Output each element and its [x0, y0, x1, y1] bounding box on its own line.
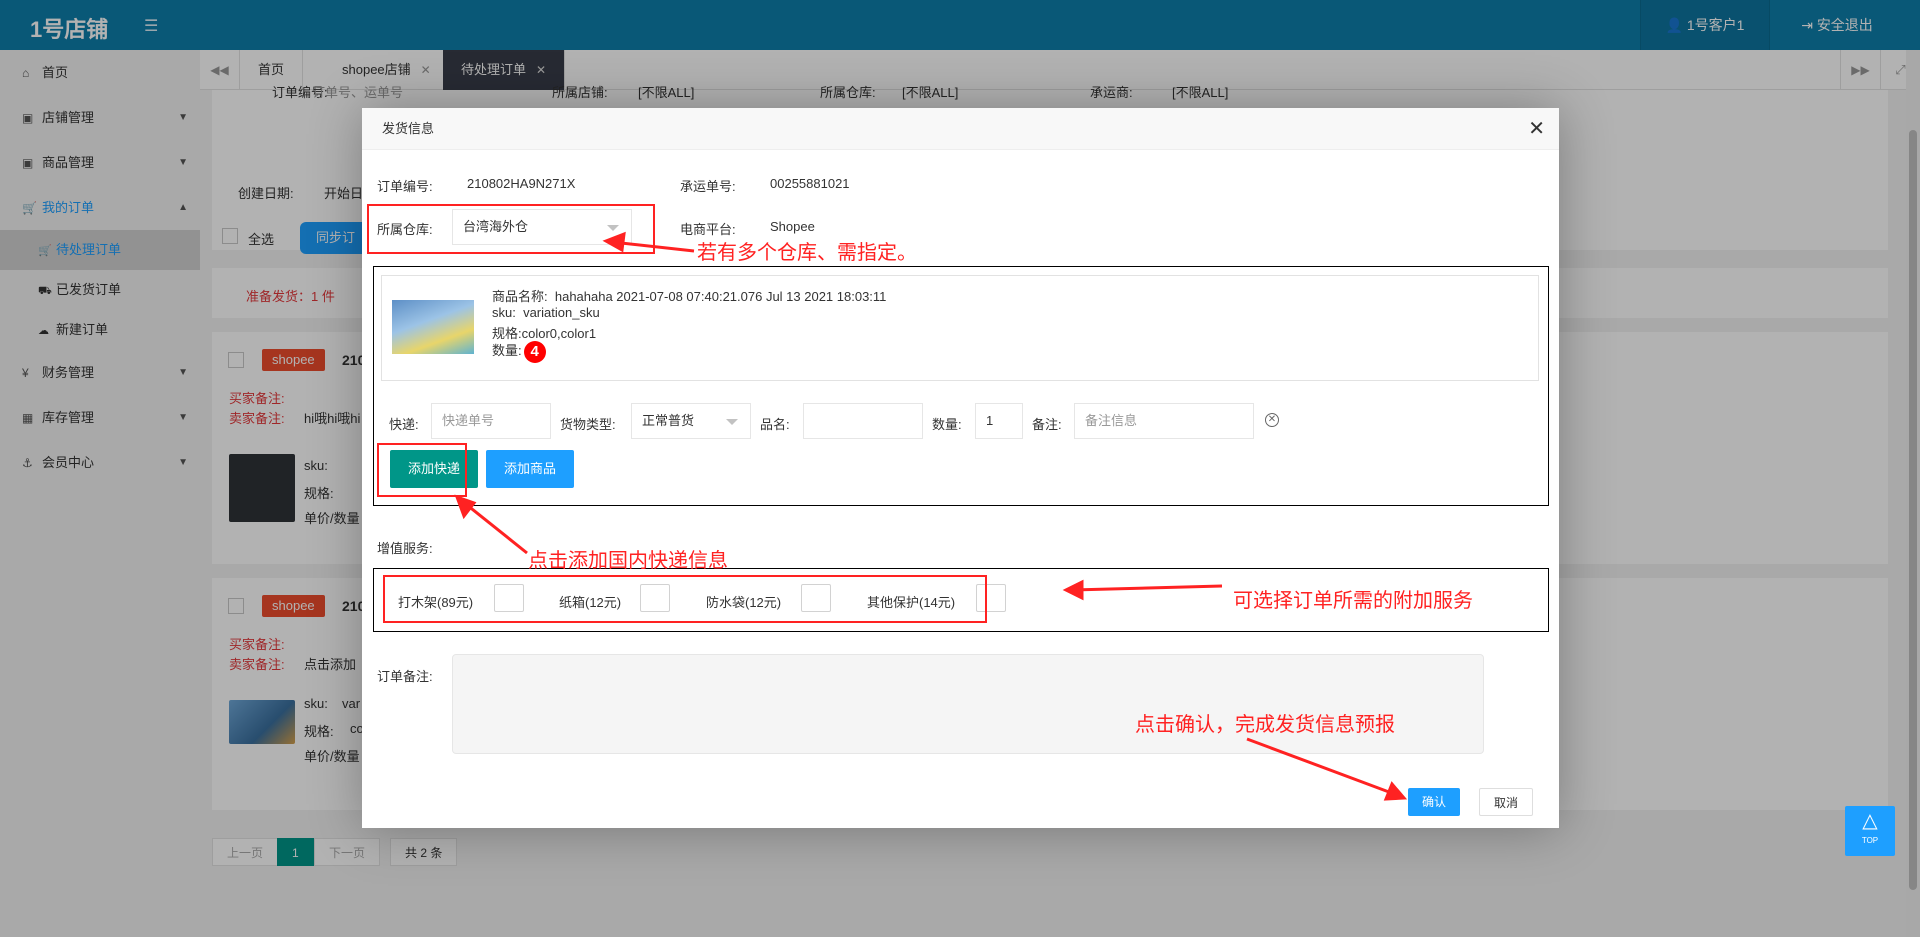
- arrow-head-services: [1062, 579, 1084, 601]
- arrow-up-icon: △: [1862, 810, 1878, 832]
- arrow-express: [461, 499, 528, 555]
- arrow-services: [1071, 584, 1223, 592]
- arrow-head-express: [454, 494, 477, 520]
- annotation-arrows: [454, 231, 1408, 801]
- arrow-head-confirm: [1383, 781, 1408, 801]
- back-to-top-button[interactable]: △ TOP: [1845, 806, 1895, 856]
- arrow-head-warehouse: [602, 231, 626, 253]
- arrow-confirm: [1246, 737, 1398, 797]
- top-label: TOP: [1861, 836, 1879, 845]
- shipping-info-dialog: 发货信息 ✕ 订单编号: 210802HA9N271X 承运单号: 002558…: [362, 108, 1559, 828]
